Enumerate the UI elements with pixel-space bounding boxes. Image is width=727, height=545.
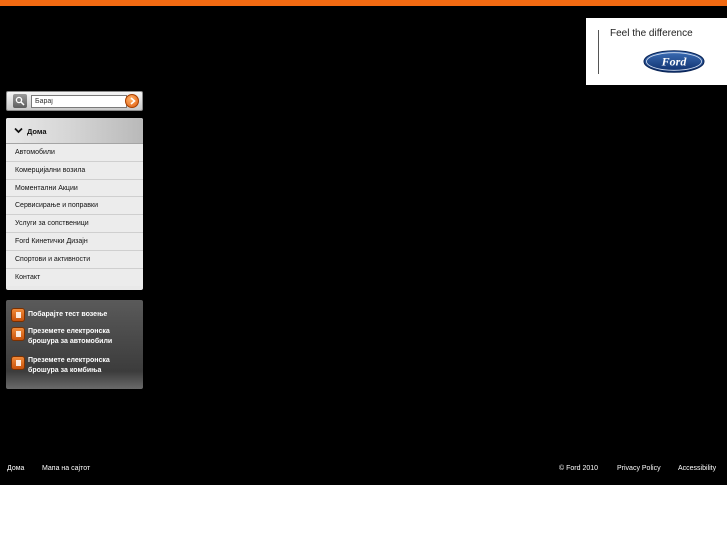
nav-item-service-repair[interactable]: Сервисирање и поправки bbox=[6, 197, 143, 216]
document-icon bbox=[11, 308, 25, 322]
document-icon bbox=[11, 327, 25, 341]
search-bar bbox=[6, 91, 143, 111]
ford-brand-box[interactable]: Feel the difference Ford bbox=[586, 18, 727, 85]
search-icon[interactable] bbox=[13, 94, 27, 108]
quick-links-panel: Побарајте тест возење Преземете електрон… bbox=[6, 300, 143, 389]
footer-link-accessibility[interactable]: Accessibility bbox=[678, 465, 716, 472]
nav-item-owner-services[interactable]: Услуги за сопственици bbox=[6, 215, 143, 233]
nav-item-commercial-vehicles[interactable]: Комерцијални возила bbox=[6, 161, 143, 180]
footer-copyright: © Ford 2010 bbox=[559, 465, 599, 472]
nav-item-current-offers[interactable]: Моментални Акции bbox=[6, 179, 143, 198]
quick-link-label: Побарајте тест возење bbox=[28, 311, 108, 318]
brand-divider bbox=[598, 30, 599, 74]
top-accent-bar bbox=[0, 0, 727, 6]
page-background: Feel the difference Ford Барај Дома Авто… bbox=[0, 0, 727, 485]
footer-link-home[interactable]: Дома bbox=[7, 465, 24, 472]
nav-header-label: Дома bbox=[27, 127, 47, 136]
nav-item-contact[interactable]: Контакт bbox=[6, 268, 143, 287]
chevron-down-icon bbox=[14, 127, 23, 134]
nav-item-sports-activities[interactable]: Спортови и активности bbox=[6, 250, 143, 269]
nav-item-cars[interactable]: Автомобили bbox=[6, 144, 143, 162]
quick-link-car-brochure[interactable]: Преземете електронска брошура за автомоб… bbox=[11, 327, 136, 347]
quick-link-test-drive[interactable]: Побарајте тест возење bbox=[11, 308, 107, 322]
quick-link-van-brochure[interactable]: Преземете електронска брошура за комбиња bbox=[11, 356, 136, 376]
quick-link-label: Преземете електронска брошура за комбиња bbox=[28, 357, 110, 374]
ford-logo-text: Ford bbox=[661, 55, 688, 69]
arrow-right-icon bbox=[130, 97, 136, 105]
document-icon bbox=[11, 356, 25, 370]
nav-header-home[interactable]: Дома bbox=[6, 118, 143, 144]
ford-logo-icon[interactable]: Ford bbox=[643, 50, 705, 73]
brand-tagline: Feel the difference bbox=[610, 28, 693, 39]
footer-link-privacy[interactable]: Privacy Policy bbox=[617, 465, 661, 472]
nav-item-kinetic-design[interactable]: Ford Кинетички Дизајн bbox=[6, 232, 143, 251]
search-input[interactable] bbox=[31, 95, 127, 108]
quick-link-label: Преземете електронска брошура за автомоб… bbox=[28, 328, 113, 345]
main-navigation: Дома Автомобили Комерцијални возила Моме… bbox=[6, 118, 143, 290]
footer-link-sitemap[interactable]: Мапа на сајтот bbox=[42, 465, 90, 472]
search-go-button[interactable] bbox=[125, 94, 139, 108]
